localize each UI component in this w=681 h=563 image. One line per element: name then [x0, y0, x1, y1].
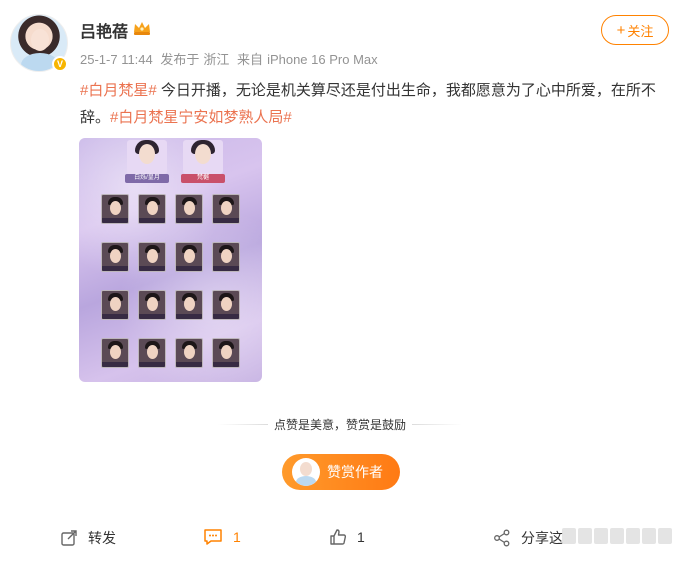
cast-portrait	[101, 290, 129, 320]
source-label: 来自	[237, 52, 264, 67]
cast-portrait	[212, 194, 240, 224]
cast-portrait	[212, 242, 240, 272]
repost-icon	[61, 530, 77, 546]
lead-label-right: 梵樾	[181, 174, 225, 183]
cast-portrait	[138, 338, 166, 368]
posted-from-label: 发布于	[160, 52, 200, 67]
like-count: 1	[357, 529, 365, 545]
cast-portrait	[175, 242, 203, 272]
lead-label-left: 白烁/皇月	[125, 174, 169, 183]
comment-icon	[204, 529, 222, 545]
repost-button[interactable]: 转发	[60, 528, 116, 548]
post-body: #白月梵星# 今日开播，无论是机关算尽还是付出生命，我都愿意为了心中所爱，在所不…	[80, 77, 670, 131]
divider	[412, 423, 463, 425]
post-date[interactable]: 25-1-7 11:44	[80, 52, 153, 67]
share-icon	[494, 529, 510, 547]
cast-portrait	[212, 290, 240, 320]
reward-author-button[interactable]: 赞赏作者	[282, 454, 400, 490]
post-image[interactable]: 白烁/皇月 梵樾	[79, 138, 262, 382]
post-location: 浙江	[203, 52, 230, 67]
cast-portrait	[138, 242, 166, 272]
comment-count: 1	[233, 529, 241, 545]
hashtag-link[interactable]: #白月梵星宁安如梦熟人局#	[110, 109, 292, 126]
reward-button-label: 赞赏作者	[327, 464, 383, 480]
cast-portrait	[138, 194, 166, 224]
verified-badge-icon: V	[52, 56, 68, 72]
author-name[interactable]: 吕艳蓓	[80, 18, 128, 42]
hashtag-link[interactable]: #白月梵星#	[80, 82, 157, 99]
follow-button[interactable]: + 关注	[601, 15, 669, 45]
cast-portrait	[138, 290, 166, 320]
reward-prompt-text: 点赞是美意，赞赏是鼓励	[274, 417, 407, 432]
crown-icon	[134, 22, 150, 35]
divider	[218, 423, 268, 425]
repost-label: 转发	[88, 530, 116, 546]
cast-portrait	[175, 290, 203, 320]
comment-button[interactable]: 1	[203, 528, 241, 546]
share-label: 分享这	[521, 530, 563, 546]
like-icon	[330, 529, 347, 545]
lead-portrait-right	[183, 140, 223, 174]
cast-grid	[101, 194, 246, 374]
share-button[interactable]: 分享这	[493, 528, 563, 548]
like-button[interactable]: 1	[329, 528, 365, 546]
cast-portrait	[101, 242, 129, 272]
plus-icon: +	[616, 21, 626, 39]
follow-label: 关注	[627, 23, 654, 39]
post-device: iPhone 16 Pro Max	[267, 52, 378, 67]
cast-portrait	[101, 194, 129, 224]
weibo-post-card: V 吕艳蓓 25-1-7 11:44 发布于 浙江 来自 iPhone 16 Pro…	[0, 0, 681, 563]
cast-portrait	[212, 338, 240, 368]
post-meta: 25-1-7 11:44 发布于 浙江 来自 iPhone 16 Pro Max	[80, 49, 382, 68]
reward-avatar	[292, 458, 320, 486]
cast-portrait	[101, 338, 129, 368]
avatar-face	[31, 29, 49, 51]
reward-prompt: 点赞是美意，赞赏是鼓励	[218, 416, 463, 432]
lead-portrait-left	[127, 140, 167, 174]
cast-portrait	[175, 338, 203, 368]
cast-portrait	[175, 194, 203, 224]
watermark	[562, 528, 680, 548]
